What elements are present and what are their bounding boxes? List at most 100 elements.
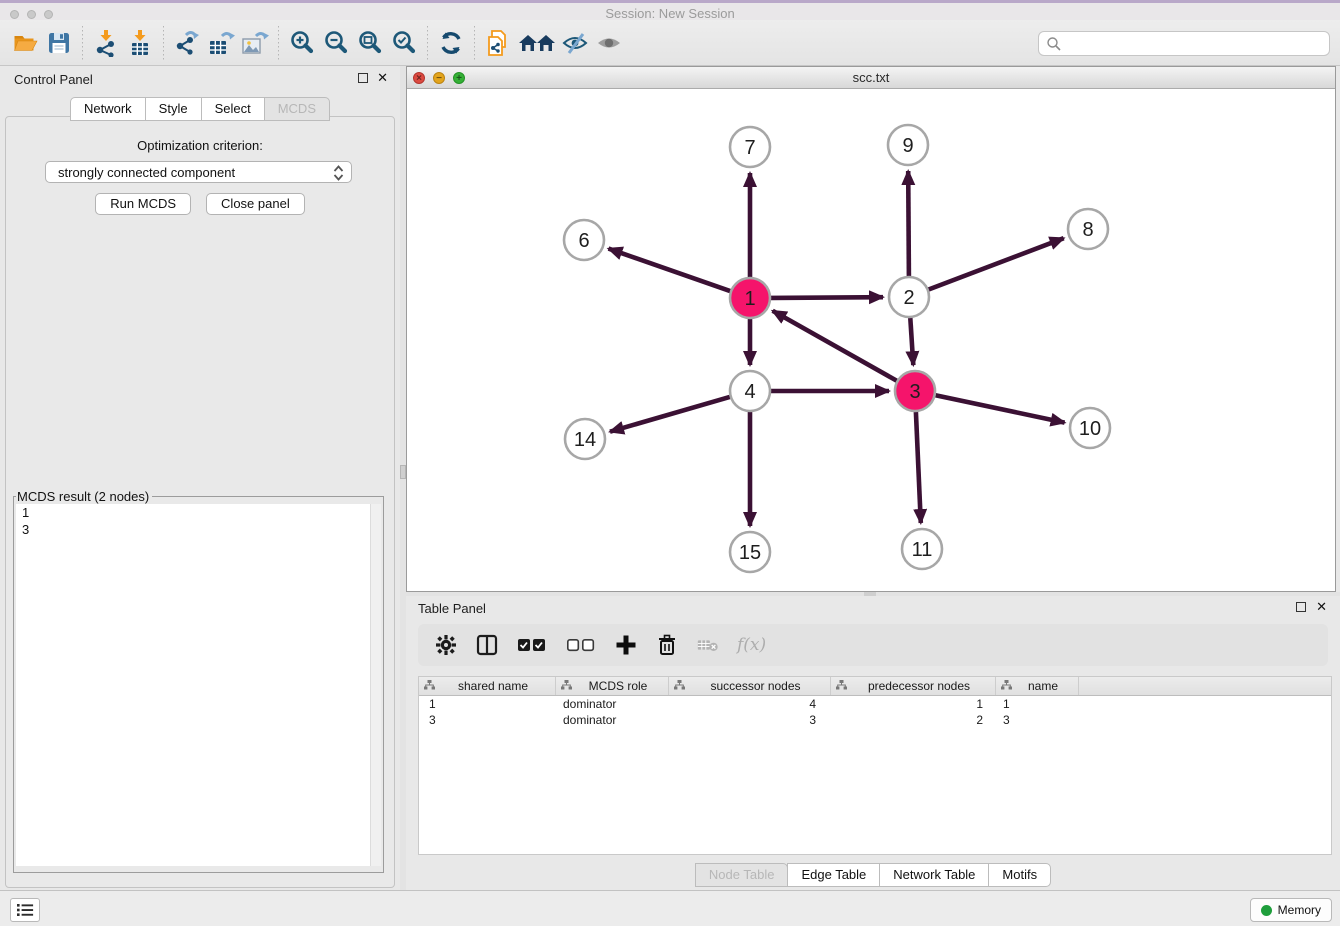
zoom-selected-icon[interactable]	[387, 25, 421, 61]
network-window-titlebar[interactable]: × − + scc.txt	[407, 67, 1335, 89]
column-visibility-icon[interactable]	[475, 633, 499, 657]
column-header-predecessor-nodes[interactable]: predecessor nodes	[831, 677, 996, 695]
edge-3-11[interactable]	[916, 412, 921, 523]
search-box[interactable]	[1038, 31, 1330, 56]
tab-node-table[interactable]: Node Table	[695, 863, 789, 887]
mcds-result-lines: 13	[16, 504, 381, 538]
tab-select[interactable]: Select	[201, 97, 265, 121]
first-neighbors-icon[interactable]	[515, 25, 559, 61]
table-row[interactable]: 3dominator323	[419, 712, 1331, 728]
float-panel-icon[interactable]	[1296, 602, 1306, 612]
import-table-icon[interactable]	[123, 25, 157, 61]
new-network-from-selection-icon[interactable]	[481, 25, 515, 61]
network-canvas-svg: 7968124314101511	[407, 89, 1335, 591]
edge-2-8[interactable]	[929, 238, 1064, 289]
column-header-name[interactable]: name	[996, 677, 1079, 695]
float-panel-icon[interactable]	[358, 73, 368, 83]
close-panel-button[interactable]: Close panel	[206, 193, 305, 215]
function-builder-icon[interactable]: f(x)	[737, 635, 766, 655]
export-image-icon[interactable]	[238, 25, 272, 61]
node-label-1: 1	[744, 288, 755, 310]
control-panel-title: Control Panel	[14, 72, 93, 87]
node-label-4: 4	[744, 381, 755, 403]
edge-1-2[interactable]	[771, 297, 883, 298]
network-window-title: scc.txt	[407, 70, 1335, 85]
hide-selected-icon[interactable]	[559, 25, 593, 61]
show-all-icon[interactable]	[593, 25, 627, 61]
export-network-icon[interactable]	[170, 25, 204, 61]
attribute-tree-icon	[1001, 679, 1012, 693]
edge-2-9[interactable]	[908, 171, 909, 276]
edge-4-14[interactable]	[610, 397, 730, 432]
select-all-icon[interactable]	[516, 633, 548, 657]
node-label-6: 6	[578, 230, 589, 252]
node-label-15: 15	[739, 542, 761, 564]
zoom-fit-icon[interactable]	[353, 25, 387, 61]
edge-3-1[interactable]	[773, 311, 897, 381]
toolbar-separator	[278, 26, 279, 60]
column-header-shared-name[interactable]: shared name	[419, 677, 556, 695]
optimization-criterion-label: Optimization criterion:	[6, 138, 394, 153]
search-input[interactable]	[1062, 32, 1329, 55]
network-canvas[interactable]: 7968124314101511	[407, 89, 1335, 591]
toolbar-separator	[427, 26, 428, 60]
column-header-successor-nodes[interactable]: successor nodes	[669, 677, 831, 695]
table-cell[interactable]: 1	[419, 696, 556, 712]
task-history-button[interactable]	[10, 898, 40, 922]
table-cell[interactable]: dominator	[556, 696, 669, 712]
delete-column-icon[interactable]	[655, 633, 679, 657]
edge-1-6[interactable]	[609, 249, 731, 292]
zoom-in-icon[interactable]	[285, 25, 319, 61]
run-mcds-button[interactable]: Run MCDS	[95, 193, 191, 215]
refresh-icon[interactable]	[434, 25, 468, 61]
save-session-icon[interactable]	[42, 25, 76, 61]
table-row[interactable]: 1dominator411	[419, 696, 1331, 712]
edge-2-3[interactable]	[910, 318, 913, 365]
table-cell[interactable]: 3	[419, 712, 556, 728]
add-column-icon[interactable]	[614, 633, 638, 657]
result-scrollbar[interactable]	[370, 504, 381, 866]
table-cell[interactable]: 3	[669, 712, 831, 728]
edge-3-10[interactable]	[936, 395, 1065, 422]
import-network-icon[interactable]	[89, 25, 123, 61]
table-cell[interactable]: 1	[831, 696, 996, 712]
delete-table-icon[interactable]	[696, 633, 720, 657]
table-cell[interactable]: 2	[831, 712, 996, 728]
column-header-MCDS-role[interactable]: MCDS role	[556, 677, 669, 695]
table-options-gear-icon[interactable]	[434, 633, 458, 657]
table-cell[interactable]: 4	[669, 696, 831, 712]
tab-mcds[interactable]: MCDS	[264, 97, 330, 121]
tab-network-table[interactable]: Network Table	[879, 863, 989, 887]
tab-edge-table[interactable]: Edge Table	[787, 863, 880, 887]
control-panel: Control Panel ✕ NetworkStyleSelectMCDS O…	[0, 66, 400, 890]
table-cell[interactable]: dominator	[556, 712, 669, 728]
memory-button[interactable]: Memory	[1250, 898, 1332, 922]
mcds-result-textarea[interactable]: 13	[16, 504, 381, 866]
tab-style[interactable]: Style	[145, 97, 202, 121]
mcds-result-title: MCDS result (2 nodes)	[16, 489, 152, 504]
toolbar-separator	[163, 26, 164, 60]
attribute-tree-icon	[836, 679, 847, 693]
close-panel-icon[interactable]: ✕	[1316, 600, 1327, 613]
memory-status-icon	[1261, 905, 1272, 916]
table-cell[interactable]: 3	[996, 712, 1079, 728]
toolbar-separator	[82, 26, 83, 60]
memory-label: Memory	[1278, 903, 1321, 917]
optimization-criterion-select[interactable]: strongly connected component	[45, 161, 352, 183]
toolbar-separator	[474, 26, 475, 60]
node-label-7: 7	[744, 137, 755, 159]
network-view-window: × − + scc.txt 7968124314101511	[406, 66, 1336, 592]
export-table-icon[interactable]	[204, 25, 238, 61]
dropdown-stepper-icon	[333, 165, 344, 184]
close-panel-icon[interactable]: ✕	[377, 71, 388, 84]
unselect-all-icon[interactable]	[565, 633, 597, 657]
node-table-header: shared nameMCDS rolesuccessor nodesprede…	[419, 677, 1331, 696]
node-label-9: 9	[902, 135, 913, 157]
table-cell[interactable]: 1	[996, 696, 1079, 712]
node-label-2: 2	[903, 287, 914, 309]
main-toolbar	[0, 20, 1340, 66]
tab-motifs[interactable]: Motifs	[988, 863, 1051, 887]
tab-network[interactable]: Network	[70, 97, 146, 121]
zoom-out-icon[interactable]	[319, 25, 353, 61]
open-file-icon[interactable]	[8, 25, 42, 61]
